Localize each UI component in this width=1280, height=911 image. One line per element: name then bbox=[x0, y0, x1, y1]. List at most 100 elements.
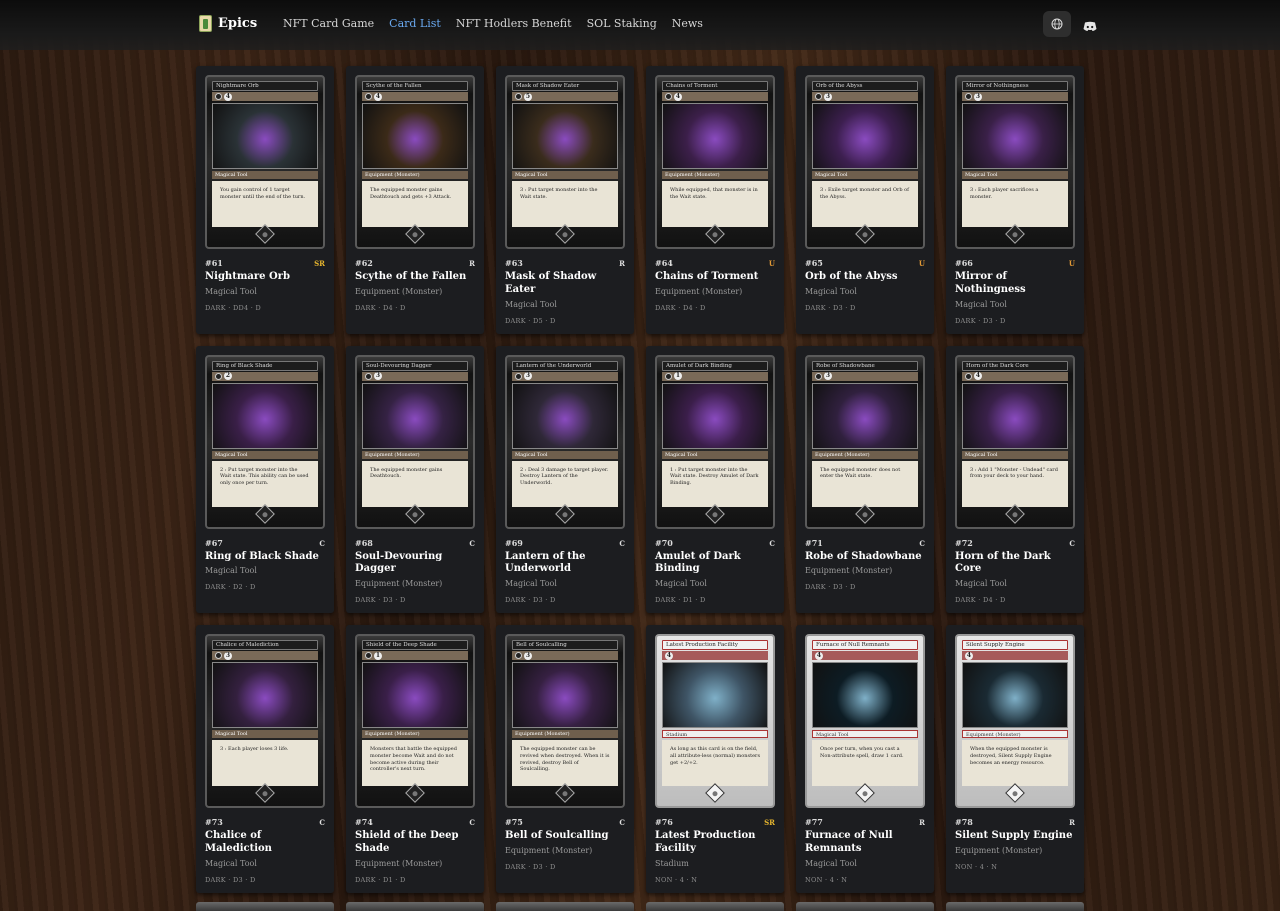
card-name[interactable]: Horn of the Dark Core bbox=[955, 551, 1075, 577]
card-tile[interactable]: Lantern of the Underworld 3 Magical Tool… bbox=[496, 345, 634, 614]
card-number: #70 bbox=[655, 537, 673, 548]
card-art-type: Magical Tool bbox=[812, 171, 918, 179]
card-image[interactable]: Nightmare Orb 4 Magical Tool You gain co… bbox=[205, 75, 325, 249]
card-type: Magical Tool bbox=[505, 579, 557, 589]
nav-link-news[interactable]: News bbox=[672, 17, 703, 30]
card-tile[interactable]: Mirror of Nothingness 3 Magical Tool 3 :… bbox=[946, 66, 1084, 334]
card-tile[interactable]: Furnace of Null Remnants 4 Magical Tool … bbox=[796, 625, 934, 893]
card-name[interactable]: Orb of the Abyss bbox=[805, 271, 925, 284]
card-tile[interactable]: Nightmare Orb 4 Magical Tool You gain co… bbox=[196, 66, 334, 334]
card-art-type: Stadium bbox=[662, 730, 768, 739]
card-name[interactable]: Chains of Torment bbox=[655, 271, 775, 284]
card-stats: DARK · D4 · D bbox=[955, 596, 1006, 605]
card-artwork bbox=[212, 382, 318, 449]
card-name[interactable]: Shield of the Deep Shade bbox=[355, 830, 475, 856]
card-rarity: SR bbox=[764, 818, 775, 828]
card-tile[interactable]: Horn of the Dark Core 4 Magical Tool 3 :… bbox=[946, 345, 1084, 614]
card-image[interactable]: Soul-Devouring Dagger 3 Equipment (Monst… bbox=[355, 354, 475, 529]
card-name[interactable]: Latest Production Facility bbox=[655, 830, 775, 856]
card-number: #73 bbox=[205, 817, 223, 828]
card-image[interactable]: Mirror of Nothingness 3 Magical Tool 3 :… bbox=[955, 75, 1075, 249]
card-tile[interactable]: Chains of Torment 4 Equipment (Monster) … bbox=[646, 66, 784, 334]
card-art-name: Silent Supply Engine bbox=[962, 640, 1068, 651]
card-tile[interactable]: Mask of Shadow Eater 5 Magical Tool 3 : … bbox=[496, 66, 634, 334]
card-image[interactable]: Bell of Soulcalling 3 Equipment (Monster… bbox=[505, 634, 625, 809]
card-name[interactable]: Lantern of the Underworld bbox=[505, 551, 625, 577]
card-type: Equipment (Monster) bbox=[355, 286, 443, 296]
card-image[interactable]: Latest Production Facility 4 Stadium As … bbox=[655, 634, 775, 809]
card-artwork bbox=[512, 662, 618, 729]
card-type: Equipment (Monster) bbox=[655, 286, 743, 296]
card-rarity: R bbox=[469, 259, 475, 268]
card-image[interactable]: Chalice of Malediction 3 Magical Tool 3 … bbox=[205, 634, 325, 809]
card-name[interactable]: Nightmare Orb bbox=[205, 271, 325, 284]
card-image[interactable]: Orb of the Abyss 3 Magical Tool 3 : Exil… bbox=[805, 75, 925, 249]
card-tile[interactable]: Chalice of Malediction 3 Magical Tool 3 … bbox=[196, 625, 334, 893]
nav-link-card-list[interactable]: Card List bbox=[389, 17, 441, 30]
card-image[interactable]: Amulet of Dark Binding 1 Magical Tool 1 … bbox=[655, 354, 775, 529]
card-tile[interactable]: Orb of the Abyss 3 Magical Tool 3 : Exil… bbox=[796, 66, 934, 334]
language-button[interactable] bbox=[1043, 11, 1071, 37]
nav-link-nft-hodlers-benefit[interactable]: NFT Hodlers Benefit bbox=[456, 17, 572, 30]
card-meta: #74 C Shield of the Deep Shade Equipment… bbox=[346, 808, 484, 884]
card-name[interactable]: Mirror of Nothingness bbox=[955, 271, 1075, 297]
card-rules-text: Once per turn, when you cast a Non-attri… bbox=[812, 740, 918, 787]
card-tile[interactable]: Silent Supply Engine 4 Equipment (Monste… bbox=[946, 625, 1084, 893]
card-cost-value: 5 bbox=[524, 92, 532, 101]
card-image[interactable]: Silent Supply Engine 4 Equipment (Monste… bbox=[955, 634, 1075, 809]
card-name[interactable]: Scythe of the Fallen bbox=[355, 271, 475, 284]
card-name[interactable]: Mask of Shadow Eater bbox=[505, 271, 625, 297]
brand-logo[interactable]: Epics bbox=[199, 15, 257, 32]
card-art-cost: 3 bbox=[362, 371, 468, 381]
card-tile[interactable]: Robe of Shadowbane 3 Equipment (Monster)… bbox=[796, 345, 934, 614]
card-rarity: R bbox=[919, 818, 925, 828]
dark-cost-icon bbox=[365, 652, 372, 660]
card-tile[interactable]: Ring of Black Shade 2 Magical Tool 2 : P… bbox=[196, 345, 334, 614]
nav-link-sol-staking[interactable]: SOL Staking bbox=[587, 17, 657, 30]
card-art-name: Furnace of Null Remnants bbox=[812, 640, 918, 651]
nav-link-nft-card-game[interactable]: NFT Card Game bbox=[283, 17, 374, 30]
card-name[interactable]: Chalice of Malediction bbox=[205, 830, 325, 856]
card-tile[interactable]: Soul-Devouring Dagger 3 Equipment (Monst… bbox=[346, 345, 484, 614]
card-image[interactable]: Ring of Black Shade 2 Magical Tool 2 : P… bbox=[205, 354, 325, 529]
card-tile[interactable]: Bell of Soulcalling 3 Equipment (Monster… bbox=[496, 625, 634, 893]
discord-link[interactable] bbox=[1083, 17, 1097, 36]
card-name[interactable]: Bell of Soulcalling bbox=[505, 830, 625, 843]
card-name[interactable]: Amulet of Dark Binding bbox=[655, 551, 775, 577]
card-name[interactable]: Furnace of Null Remnants bbox=[805, 830, 925, 856]
card-image[interactable]: Chains of Torment 4 Equipment (Monster) … bbox=[655, 75, 775, 249]
card-name[interactable]: Silent Supply Engine bbox=[955, 830, 1075, 843]
card-gem-icon bbox=[855, 224, 875, 244]
card-number: #66 bbox=[955, 258, 973, 268]
dark-cost-icon bbox=[365, 93, 372, 100]
card-number: #63 bbox=[505, 258, 523, 268]
card-tile[interactable]: Amulet of Dark Binding 1 Magical Tool 1 … bbox=[646, 345, 784, 614]
card-artwork bbox=[812, 382, 918, 449]
card-cost-value: 3 bbox=[524, 372, 532, 381]
dark-cost-icon bbox=[215, 372, 222, 380]
card-image[interactable]: Mask of Shadow Eater 5 Magical Tool 3 : … bbox=[505, 75, 625, 249]
card-name[interactable]: Soul-Devouring Dagger bbox=[355, 551, 475, 577]
card-name[interactable]: Robe of Shadowbane bbox=[805, 551, 925, 564]
card-tile[interactable]: Scythe of the Fallen 4 Equipment (Monste… bbox=[346, 66, 484, 334]
card-name[interactable]: Ring of Black Shade bbox=[205, 551, 325, 564]
next-row-peek bbox=[196, 902, 1084, 911]
card-cost-value: 3 bbox=[524, 651, 532, 660]
card-image[interactable]: Furnace of Null Remnants 4 Magical Tool … bbox=[805, 634, 925, 809]
card-stats: DARK · D3 · D bbox=[805, 583, 856, 592]
card-image[interactable]: Shield of the Deep Shade 1 Equipment (Mo… bbox=[355, 634, 475, 809]
card-type: Equipment (Monster) bbox=[955, 845, 1043, 855]
card-image[interactable]: Robe of Shadowbane 3 Equipment (Monster)… bbox=[805, 354, 925, 529]
card-image[interactable]: Lantern of the Underworld 3 Magical Tool… bbox=[505, 354, 625, 529]
card-gem-icon bbox=[705, 224, 725, 244]
dark-cost-icon bbox=[515, 652, 522, 660]
card-image[interactable]: Horn of the Dark Core 4 Magical Tool 3 :… bbox=[955, 354, 1075, 529]
card-meta: #69 C Lantern of the Underworld Magical … bbox=[496, 529, 634, 605]
card-type: Equipment (Monster) bbox=[505, 845, 593, 855]
card-artwork bbox=[662, 382, 768, 449]
card-artwork bbox=[362, 382, 468, 449]
card-tile[interactable]: Shield of the Deep Shade 1 Equipment (Mo… bbox=[346, 625, 484, 893]
card-image[interactable]: Scythe of the Fallen 4 Equipment (Monste… bbox=[355, 75, 475, 249]
card-tile[interactable]: Latest Production Facility 4 Stadium As … bbox=[646, 625, 784, 893]
card-gem-icon bbox=[555, 224, 575, 244]
